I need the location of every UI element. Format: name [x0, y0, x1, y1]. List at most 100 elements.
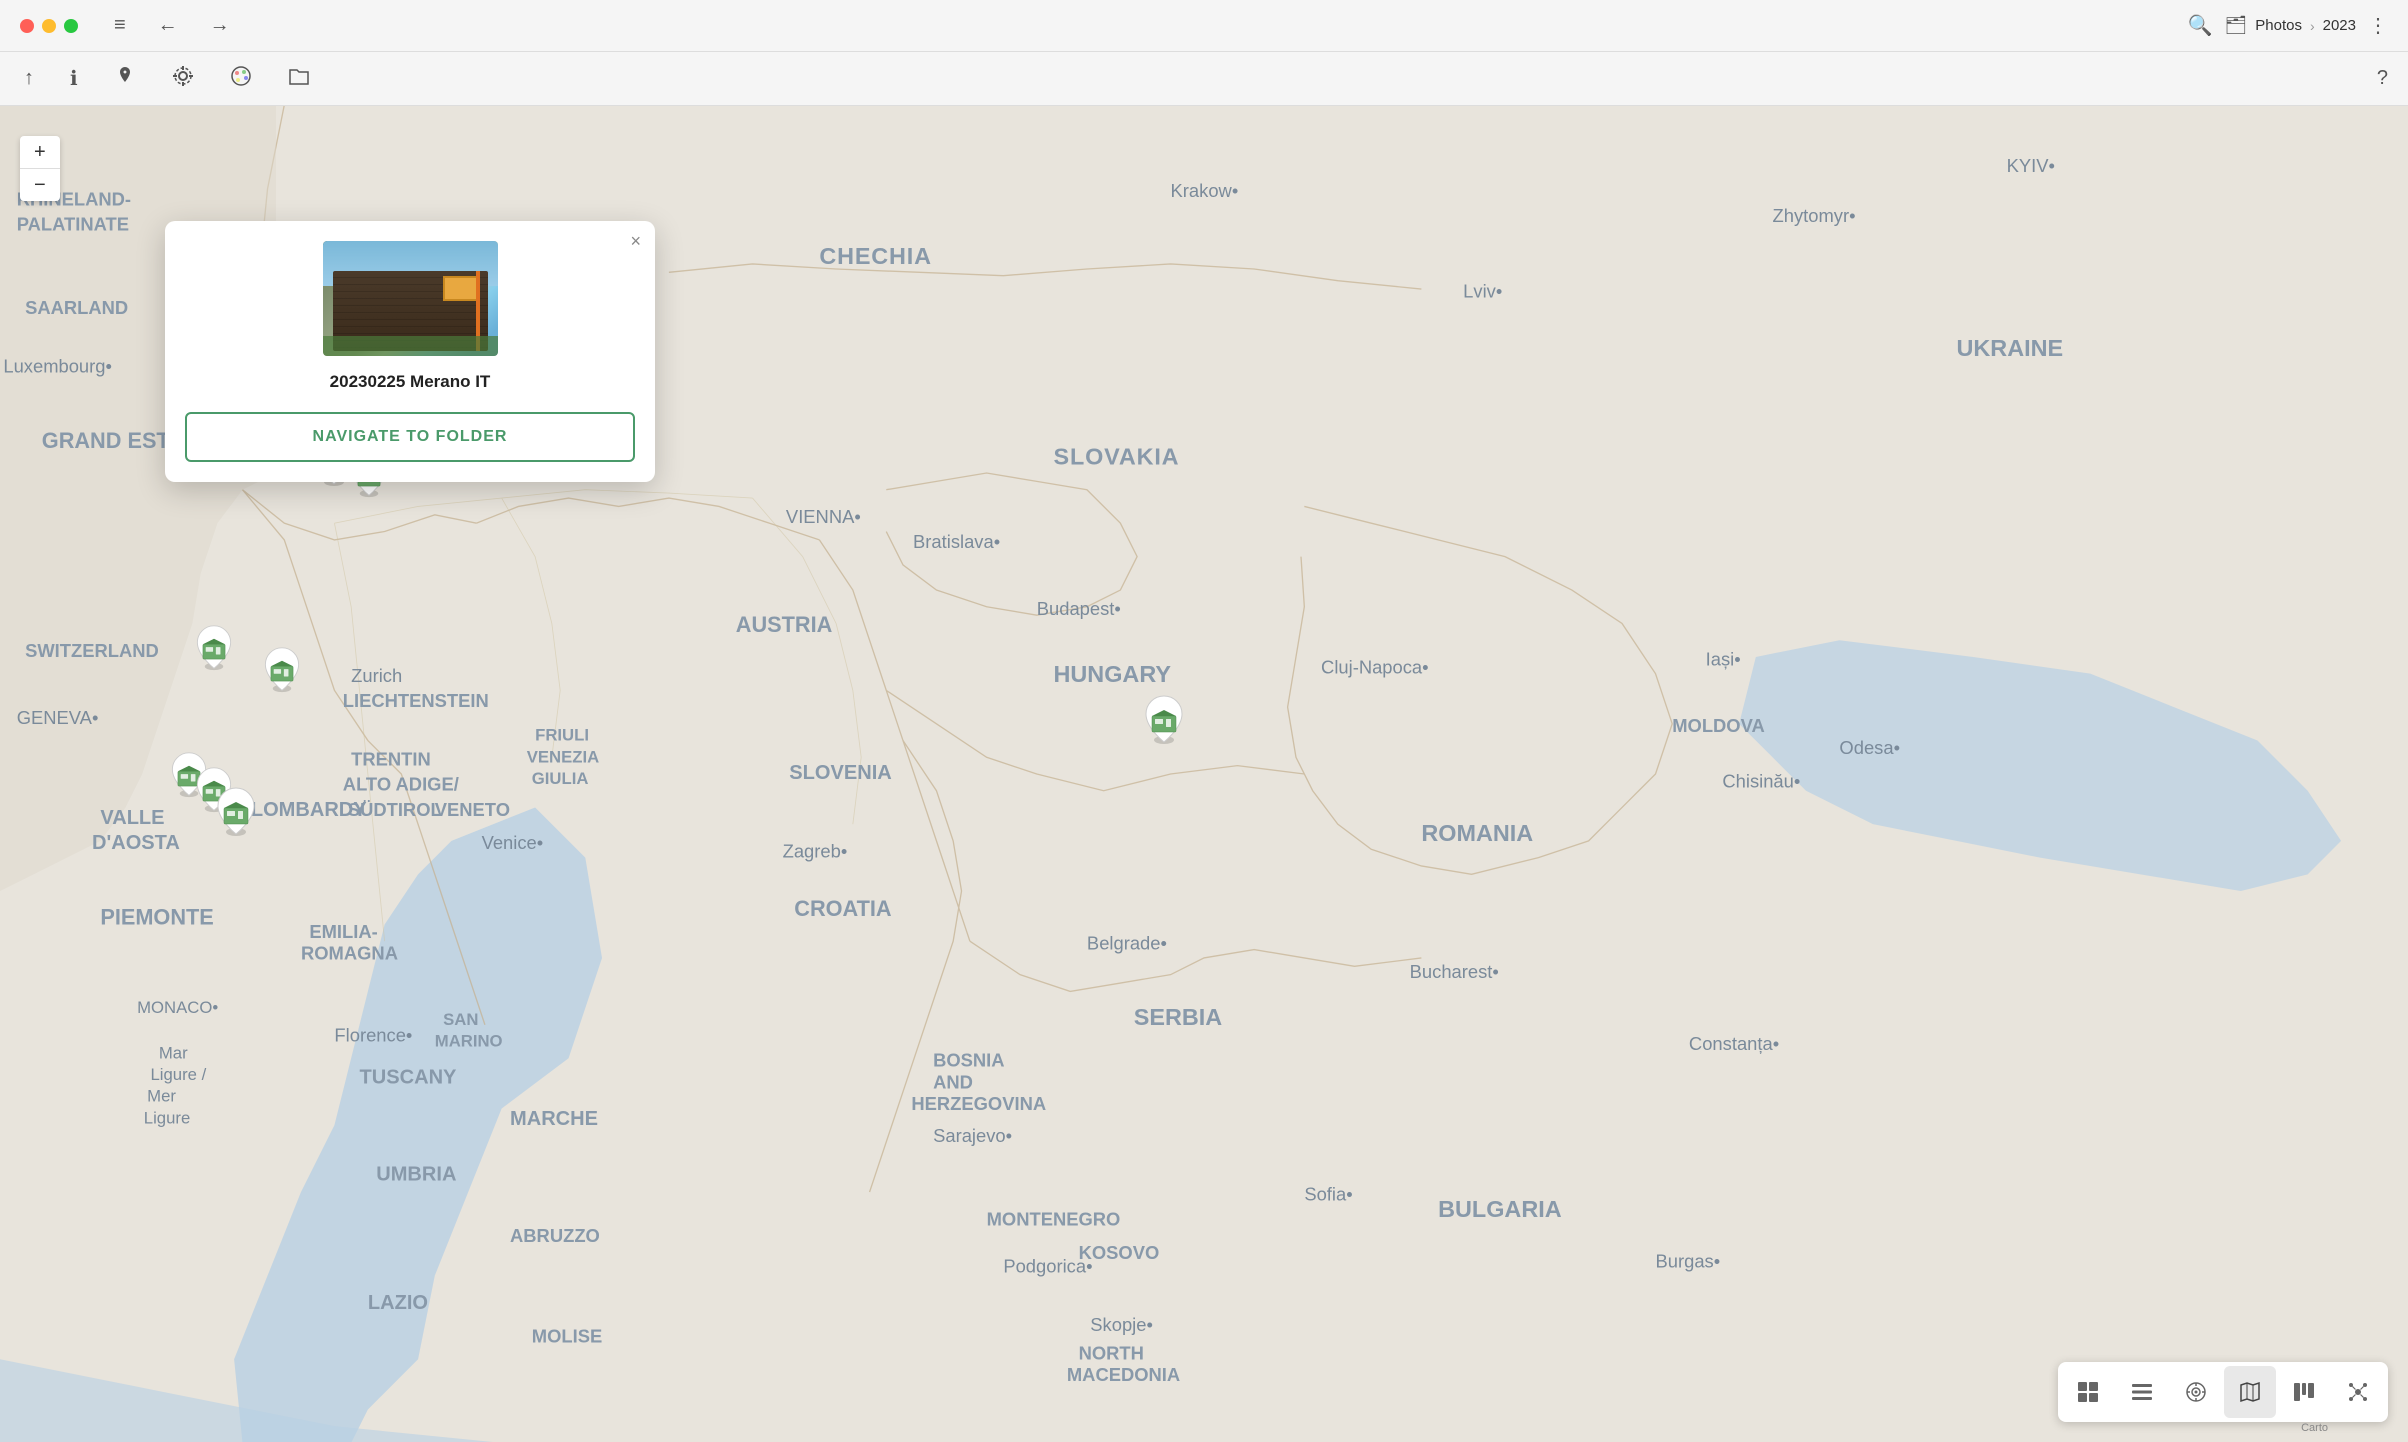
breadcrumb: 🗂 Photos › 2023 [2224, 15, 2356, 36]
fullscreen-button[interactable] [64, 19, 78, 33]
svg-text:GRAND EST: GRAND EST [42, 428, 171, 453]
svg-text:Mar: Mar [159, 1043, 188, 1062]
svg-text:CHECHIA: CHECHIA [819, 243, 931, 269]
map-attribution: Carto [2301, 1422, 2328, 1434]
help-button[interactable]: ? [2377, 67, 2388, 90]
map-marker-south-italy-3[interactable] [210, 786, 262, 838]
hamburger-menu[interactable]: ≡ [106, 10, 134, 41]
zoom-controls: + − [20, 136, 60, 201]
camera-view-button[interactable] [2170, 1366, 2222, 1418]
svg-text:MOLISE: MOLISE [532, 1326, 602, 1347]
svg-text:Budapest•: Budapest• [1037, 598, 1121, 619]
svg-text:ALTO ADIGE/: ALTO ADIGE/ [343, 774, 459, 795]
svg-text:ROMAGNA: ROMAGNA [301, 943, 398, 964]
list-view-button[interactable] [2116, 1366, 2168, 1418]
svg-text:Zhytomyr•: Zhytomyr• [1773, 205, 1856, 226]
svg-text:PIEMONTE: PIEMONTE [100, 905, 213, 930]
navigate-to-folder-button[interactable]: NAVIGATE TO FOLDER [185, 412, 635, 462]
titlebar: ≡ ← → 🔍 🗂 Photos › 2023 ⋮ [0, 0, 2408, 52]
svg-text:CROATIA: CROATIA [794, 896, 892, 921]
back-button[interactable]: ← [150, 10, 186, 41]
close-button[interactable] [20, 19, 34, 33]
svg-text:SÜDTIROL: SÜDTIROL [348, 799, 442, 820]
svg-text:Constanța•: Constanța• [1689, 1033, 1779, 1054]
popup-image [323, 241, 498, 356]
map-marker-florence[interactable] [258, 646, 306, 694]
location-popup: × 20230225 Merano IT NAVIGATE TO FOLDER [165, 221, 655, 482]
map-area[interactable]: HESSE RHINELAND- PALATINATE SAARLAND Lux… [0, 106, 2408, 1442]
folder-icon: 🗂 [2224, 15, 2247, 36]
map-marker-romania[interactable] [1138, 694, 1190, 746]
svg-text:EMILIA-: EMILIA- [309, 921, 377, 942]
svg-text:Ligure: Ligure [144, 1108, 190, 1127]
svg-text:Luxembourg•: Luxembourg• [3, 356, 112, 377]
breadcrumb-photos[interactable]: Photos [2255, 17, 2302, 34]
svg-text:VENEZIA: VENEZIA [527, 747, 599, 766]
svg-text:VALLE: VALLE [100, 807, 164, 829]
svg-text:D'AOSTA: D'AOSTA [92, 832, 180, 854]
map-view-button[interactable] [2224, 1366, 2276, 1418]
svg-text:MARCHE: MARCHE [510, 1108, 598, 1130]
svg-text:Iași•: Iași• [1706, 648, 1741, 669]
forward-button[interactable]: → [202, 10, 238, 41]
svg-text:Venice•: Venice• [482, 832, 544, 853]
kanban-view-button[interactable] [2278, 1366, 2330, 1418]
zoom-in-button[interactable]: + [20, 136, 60, 169]
svg-text:FRIULI: FRIULI [535, 726, 589, 745]
titlebar-left: ≡ ← → [20, 10, 238, 41]
locate-button[interactable] [168, 61, 198, 97]
svg-text:VENETO: VENETO [435, 799, 510, 820]
map-marker-genoa[interactable] [190, 624, 238, 672]
breadcrumb-separator: › [2310, 18, 2315, 34]
svg-text:SLOVENIA: SLOVENIA [789, 762, 891, 784]
svg-text:Chisinău•: Chisinău• [1722, 770, 1800, 791]
zoom-out-button[interactable]: − [20, 169, 60, 201]
upload-button[interactable]: ↑ [20, 63, 38, 94]
info-button[interactable]: ℹ [66, 62, 82, 95]
graph-view-button[interactable] [2332, 1366, 2384, 1418]
svg-text:Krakow•: Krakow• [1171, 180, 1239, 201]
svg-text:Zurich: Zurich [351, 665, 402, 686]
svg-text:MOLDOVA: MOLDOVA [1672, 715, 1765, 736]
secondary-toolbar: ↑ ℹ ? [0, 52, 2408, 106]
svg-text:GENEVA•: GENEVA• [17, 707, 99, 728]
svg-text:BOSNIA: BOSNIA [933, 1050, 1004, 1071]
svg-text:ABRUZZO: ABRUZZO [510, 1225, 600, 1246]
svg-text:MONACO•: MONACO• [137, 998, 218, 1017]
svg-text:KOSOVO: KOSOVO [1079, 1242, 1160, 1263]
svg-text:Belgrade•: Belgrade• [1087, 933, 1167, 954]
svg-text:MACEDONIA: MACEDONIA [1067, 1364, 1180, 1385]
svg-text:Sofia•: Sofia• [1304, 1183, 1352, 1204]
svg-text:LAZIO: LAZIO [368, 1292, 428, 1314]
svg-text:MARINO: MARINO [435, 1032, 503, 1051]
popup-close-button[interactable]: × [630, 231, 641, 252]
folder-view-button[interactable] [284, 61, 314, 97]
svg-text:HERZEGOVINA: HERZEGOVINA [911, 1093, 1046, 1114]
svg-text:GIULIA: GIULIA [532, 769, 589, 788]
svg-text:SWITZERLAND: SWITZERLAND [25, 640, 159, 661]
search-button[interactable]: 🔍 [2187, 13, 2212, 38]
svg-text:NORTH: NORTH [1079, 1342, 1144, 1363]
minimize-button[interactable] [42, 19, 56, 33]
traffic-lights [20, 19, 78, 33]
svg-text:LIECHTENSTEIN: LIECHTENSTEIN [343, 690, 489, 711]
pin-button[interactable] [110, 61, 140, 97]
more-options-button[interactable]: ⋮ [2368, 13, 2388, 38]
svg-text:Zagreb•: Zagreb• [783, 841, 848, 862]
svg-text:KYIV•: KYIV• [2007, 155, 2055, 176]
svg-text:TRENTIN: TRENTIN [351, 749, 431, 770]
svg-text:TUSCANY: TUSCANY [360, 1066, 458, 1088]
svg-text:Bucharest•: Bucharest• [1410, 961, 1499, 982]
svg-text:SAN: SAN [443, 1010, 478, 1029]
palette-button[interactable] [226, 61, 256, 97]
svg-text:AND: AND [933, 1071, 973, 1092]
svg-text:MONTENEGRO: MONTENEGRO [987, 1209, 1121, 1230]
breadcrumb-year[interactable]: 2023 [2323, 17, 2356, 34]
svg-text:Mer: Mer [147, 1087, 176, 1106]
svg-text:SERBIA: SERBIA [1134, 1004, 1223, 1030]
popup-title: 20230225 Merano IT [185, 372, 635, 392]
svg-text:Burgas•: Burgas• [1655, 1250, 1720, 1271]
grid-view-button[interactable] [2062, 1366, 2114, 1418]
titlebar-right: 🔍 🗂 Photos › 2023 ⋮ [2187, 13, 2388, 38]
svg-text:Skopje•: Skopje• [1090, 1314, 1153, 1335]
